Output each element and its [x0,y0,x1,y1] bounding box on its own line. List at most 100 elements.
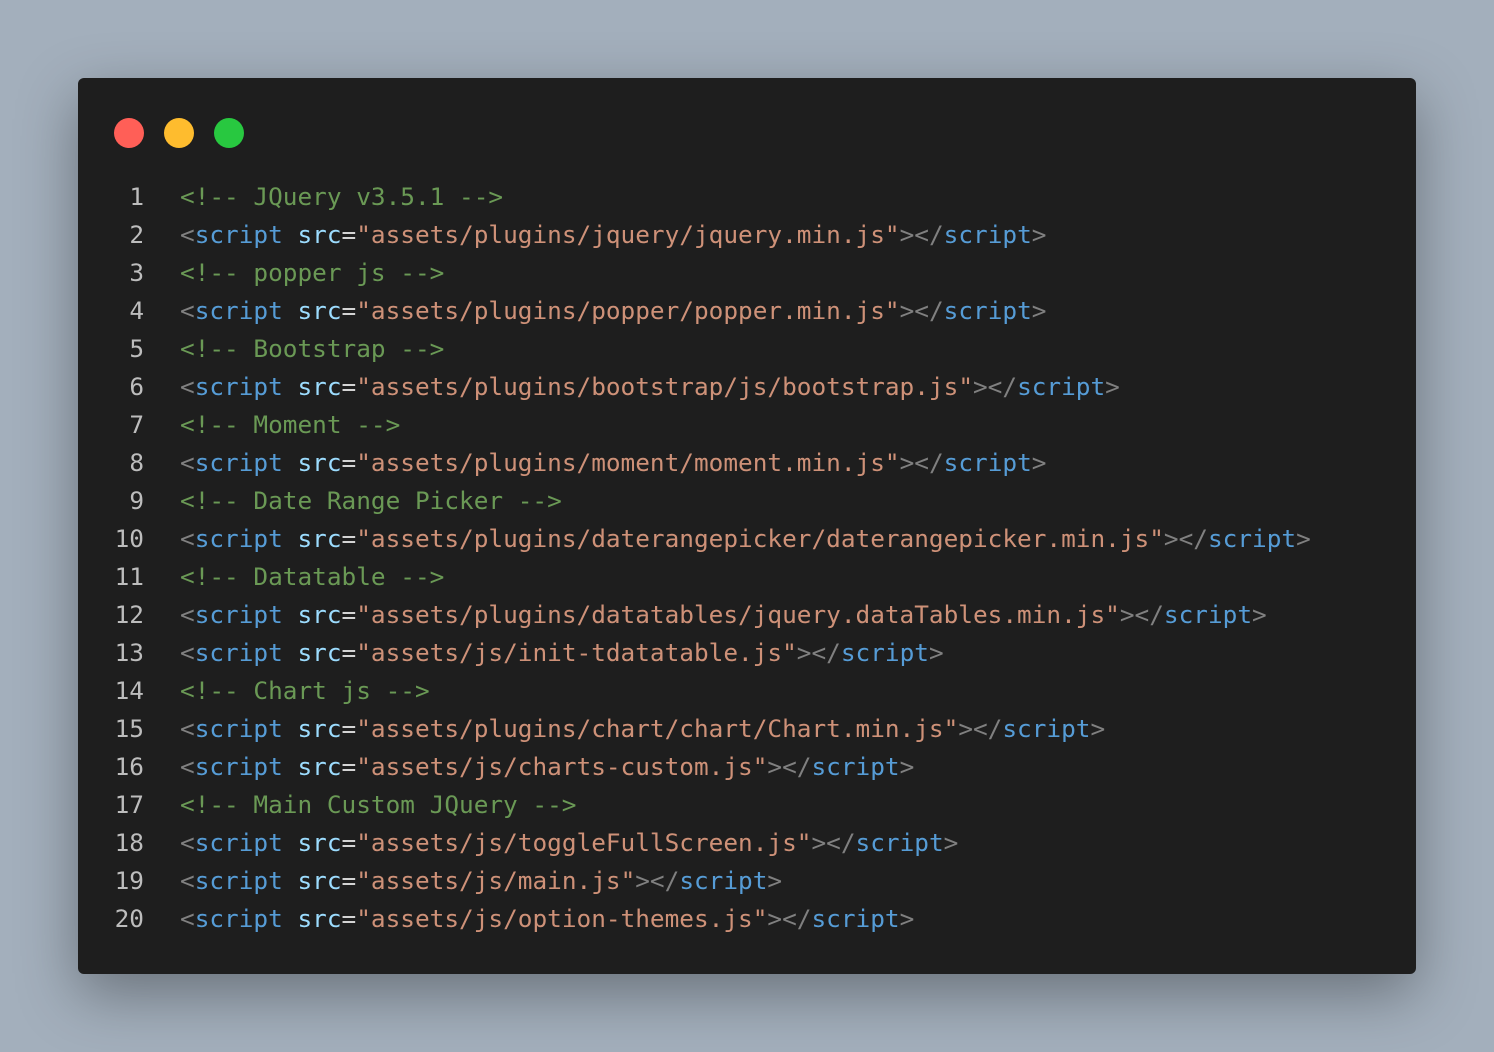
html-comment: <!-- Moment --> [180,410,401,439]
line-content: <script src="assets/js/charts-custom.js"… [180,748,914,786]
line-content: <script src="assets/plugins/jquery/jquer… [180,216,1046,254]
html-comment: <!-- Datatable --> [180,562,445,591]
code-line: 13 <script src="assets/js/init-tdatatable… [78,634,1416,672]
code-line: 20 <script src="assets/js/option-themes.j… [78,900,1416,938]
html-comment: <!-- JQuery v3.5.1 --> [180,182,504,211]
attribute-value: assets/plugins/datatables/jquery.dataTab… [370,600,1106,629]
tag-close-bracket: ></ [973,372,1018,401]
tag-name: script [943,220,1032,249]
html-comment: <!-- Date Range Picker --> [180,486,562,515]
tag-close-bracket: ></ [767,752,812,781]
line-number: 11 [114,562,144,591]
string-quote: " [884,296,900,325]
string-quote: " [356,220,371,249]
code-window: 1 <!-- JQuery v3.5.1 --> 2 <script src="ass… [78,78,1416,974]
tag-name: script [194,220,283,249]
code-line: 14 <!-- Chart js --> [78,672,1416,710]
tag-close-bracket: ></ [958,714,1003,743]
attribute-value: assets/plugins/jquery/jquery.min.js [370,220,885,249]
attribute-name: src [297,296,342,325]
close-dot-icon[interactable] [114,118,144,148]
attribute-name: src [297,714,342,743]
tag-open-bracket: < [180,372,195,401]
attribute-name: src [297,448,342,477]
html-comment: <!-- Chart js --> [180,676,430,705]
tag-open-bracket: < [180,714,195,743]
string-quote: " [796,828,812,857]
string-quote: " [356,600,371,629]
html-comment: <!-- Main Custom JQuery --> [180,790,577,819]
tag-open-bracket: < [180,638,195,667]
line-number: 15 [114,714,144,743]
line-content: <!-- JQuery v3.5.1 --> [180,178,503,216]
line-content: <!-- popper js --> [180,254,444,292]
tag-close-bracket: ></ [1163,524,1208,553]
line-content: <script src="assets/plugins/popper/poppe… [180,292,1046,330]
line-number: 16 [114,752,144,781]
maximize-dot-icon[interactable] [214,118,244,148]
string-quote: " [943,714,959,743]
attribute-name: src [297,866,342,895]
line-number: 7 [129,410,144,439]
tag-name: script [194,714,283,743]
line-number: 1 [129,182,144,211]
tag-open-bracket: < [180,866,195,895]
string-quote: " [1105,600,1120,629]
tag-close-bracket: > [1252,600,1267,629]
string-quote: " [752,752,768,781]
line-content: <!-- Main Custom JQuery --> [180,786,576,824]
equals-sign: = [341,220,357,249]
tag-name: script [943,448,1032,477]
code-line: 17 <!-- Main Custom JQuery --> [78,786,1416,824]
tag-name: script [194,752,283,781]
equals-sign: = [341,904,357,933]
string-quote: " [884,220,900,249]
line-number: 13 [114,638,144,667]
attribute-value: assets/plugins/bootstrap/js/bootstrap.js [370,372,959,401]
tag-close-bracket: > [1031,220,1047,249]
string-quote: " [620,866,636,895]
equals-sign: = [341,296,357,325]
tag-close-bracket: ></ [811,828,856,857]
minimize-dot-icon[interactable] [164,118,194,148]
tag-close-bracket: ></ [796,638,841,667]
code-line: 16 <script src="assets/js/charts-custom.j… [78,748,1416,786]
equals-sign: = [341,448,357,477]
tag-name: script [194,448,283,477]
line-content: <script src="assets/plugins/moment/momen… [180,444,1046,482]
tag-open-bracket: < [180,904,195,933]
tag-name: script [811,904,900,933]
tag-name: script [194,296,283,325]
tag-name: script [679,866,768,895]
line-content: <script src="assets/plugins/chart/chart/… [180,710,1105,748]
tag-name: script [194,638,283,667]
string-quote: " [356,448,371,477]
code-line: 11 <!-- Datatable --> [78,558,1416,596]
code-line: 1 <!-- JQuery v3.5.1 --> [78,178,1416,216]
line-content: <script src="assets/js/toggleFullScreen.… [180,824,958,862]
tag-close-bracket: > [1090,714,1106,743]
code-line: 7 <!-- Moment --> [78,406,1416,444]
line-content: <script src="assets/js/option-themes.js"… [180,900,914,938]
tag-name: script [1002,714,1091,743]
attribute-name: src [297,372,342,401]
code-line: 8 <script src="assets/plugins/moment/mome… [78,444,1416,482]
code-line: 3 <!-- popper js --> [78,254,1416,292]
line-number: 18 [114,828,144,857]
line-number: 2 [129,220,144,249]
line-number: 12 [114,600,144,629]
code-line: 4 <script src="assets/plugins/popper/popp… [78,292,1416,330]
string-quote: " [356,296,371,325]
attribute-value: assets/js/toggleFullScreen.js [370,828,797,857]
attribute-name: src [297,904,342,933]
tag-name: script [194,828,283,857]
tag-name: script [194,524,283,553]
line-number: 4 [129,296,144,325]
line-content: <!-- Bootstrap --> [180,330,444,368]
line-content: <!-- Moment --> [180,406,400,444]
